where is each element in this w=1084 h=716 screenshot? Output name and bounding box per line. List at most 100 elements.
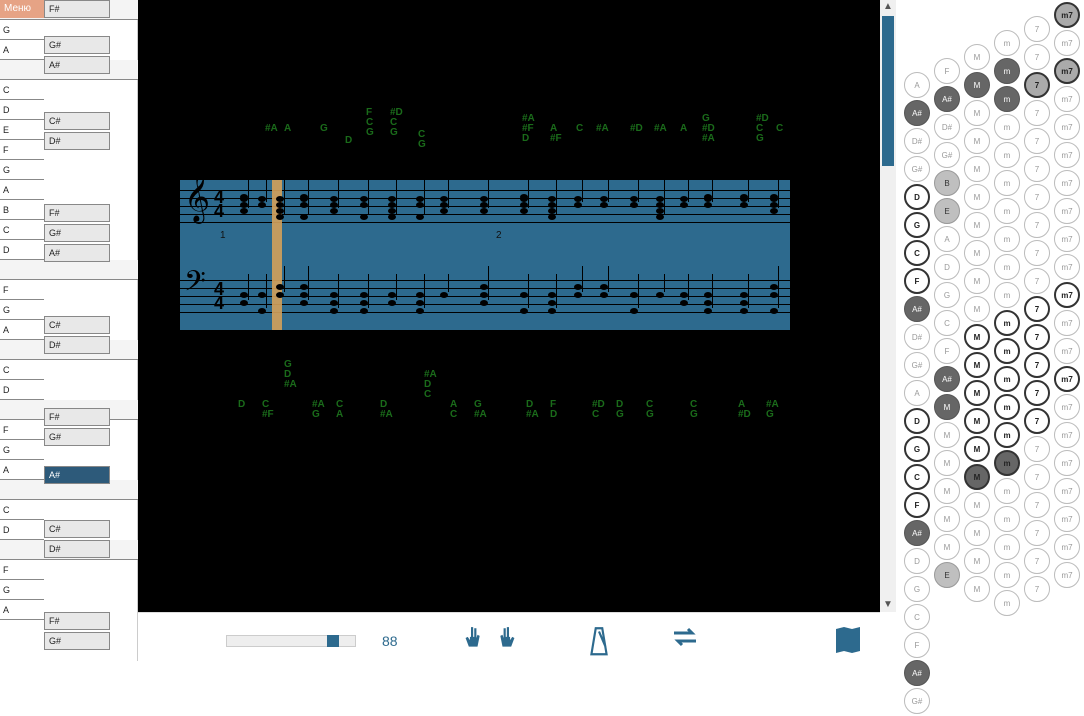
accordion-button[interactable]: m7 [1054, 422, 1080, 448]
accordion-button[interactable]: D [904, 548, 930, 574]
accordion-button[interactable]: A# [934, 366, 960, 392]
accordion-button[interactable]: C [904, 464, 930, 490]
black-key[interactable]: G# [44, 428, 110, 446]
accordion-button[interactable]: G# [934, 142, 960, 168]
accordion-button[interactable]: m7 [1054, 226, 1080, 252]
accordion-button[interactable]: B [934, 170, 960, 196]
accordion-button[interactable]: M [934, 534, 960, 560]
accordion-button[interactable]: M [964, 296, 990, 322]
black-key[interactable]: C# [44, 520, 110, 538]
accordion-button[interactable]: m [994, 30, 1020, 56]
black-key[interactable]: G# [44, 632, 110, 650]
accordion-button[interactable]: A [934, 226, 960, 252]
accordion-button[interactable]: 7 [1024, 548, 1050, 574]
map-icon[interactable] [834, 625, 862, 655]
accordion-button[interactable]: G# [904, 156, 930, 182]
accordion-button[interactable]: m7 [1054, 198, 1080, 224]
accordion-button[interactable]: 7 [1024, 212, 1050, 238]
accordion-button[interactable]: G [904, 576, 930, 602]
tempo-slider[interactable] [226, 635, 356, 647]
accordion-button[interactable]: M [964, 520, 990, 546]
accordion-button[interactable]: M [964, 72, 990, 98]
accordion-button[interactable]: m7 [1054, 338, 1080, 364]
accordion-button[interactable]: F [934, 338, 960, 364]
white-key[interactable]: D [0, 240, 44, 260]
accordion-button[interactable]: M [964, 576, 990, 602]
accordion-button[interactable]: m [994, 478, 1020, 504]
accordion-button[interactable]: m [994, 310, 1020, 336]
accordion-button[interactable]: m7 [1054, 478, 1080, 504]
loop-icon[interactable] [668, 625, 702, 655]
white-key[interactable]: A [0, 600, 44, 620]
accordion-button[interactable]: 7 [1024, 324, 1050, 350]
accordion-button[interactable]: m7 [1054, 58, 1080, 84]
white-key[interactable]: F [0, 420, 44, 440]
white-key[interactable]: G [0, 160, 44, 180]
black-key[interactable]: F# [44, 204, 110, 222]
accordion-button[interactable]: m [994, 338, 1020, 364]
scroll-up-icon[interactable]: ▲ [880, 0, 896, 14]
accordion-button[interactable]: m [994, 590, 1020, 616]
accordion-button[interactable]: G# [904, 352, 930, 378]
accordion-button[interactable]: D [904, 408, 930, 434]
black-key[interactable]: F# [44, 408, 110, 426]
accordion-button[interactable]: E [934, 562, 960, 588]
accordion-button[interactable]: M [964, 436, 990, 462]
accordion-button[interactable]: 7 [1024, 156, 1050, 182]
scrollbar-thumb[interactable] [882, 16, 894, 166]
black-key[interactable]: F# [44, 612, 110, 630]
accordion-button[interactable]: m [994, 142, 1020, 168]
accordion-button[interactable]: G# [904, 688, 930, 714]
metronome-icon[interactable] [586, 625, 612, 655]
accordion-button[interactable]: A# [904, 296, 930, 322]
white-key[interactable]: G [0, 20, 44, 40]
accordion-button[interactable]: M [964, 380, 990, 406]
accordion-button[interactable]: m [994, 198, 1020, 224]
accordion-button[interactable]: M [934, 478, 960, 504]
accordion-button[interactable]: M [934, 450, 960, 476]
black-key[interactable]: D# [44, 132, 110, 150]
accordion-button[interactable]: m7 [1054, 310, 1080, 336]
white-key[interactable]: G [0, 580, 44, 600]
accordion-button[interactable]: m [994, 450, 1020, 476]
accordion-button[interactable]: M [964, 352, 990, 378]
accordion-button[interactable]: C [904, 240, 930, 266]
accordion-button[interactable]: G [934, 282, 960, 308]
accordion-button[interactable]: m7 [1054, 394, 1080, 420]
accordion-button[interactable]: m7 [1054, 30, 1080, 56]
white-key[interactable]: B [0, 200, 44, 220]
right-hand-icon[interactable] [496, 625, 522, 655]
accordion-button[interactable]: m7 [1054, 86, 1080, 112]
accordion-button[interactable]: 7 [1024, 436, 1050, 462]
accordion-button[interactable]: D# [904, 324, 930, 350]
white-key[interactable]: A [0, 460, 44, 480]
tempo-slider-thumb[interactable] [327, 635, 339, 647]
vertical-scrollbar[interactable]: ▲ ▼ [880, 0, 896, 612]
black-key[interactable]: C# [44, 316, 110, 334]
black-key[interactable]: D# [44, 540, 110, 558]
accordion-button[interactable]: A [904, 72, 930, 98]
accordion-button[interactable]: M [934, 394, 960, 420]
accordion-button[interactable]: 7 [1024, 464, 1050, 490]
accordion-button[interactable]: m7 [1054, 450, 1080, 476]
accordion-button[interactable]: M [964, 492, 990, 518]
accordion-button[interactable]: 7 [1024, 352, 1050, 378]
accordion-button[interactable]: E [934, 198, 960, 224]
accordion-button[interactable]: M [964, 324, 990, 350]
scroll-down-icon[interactable]: ▼ [880, 598, 896, 612]
accordion-button[interactable]: 7 [1024, 408, 1050, 434]
accordion-button[interactable]: D# [934, 114, 960, 140]
white-key[interactable]: F [0, 560, 44, 580]
accordion-button[interactable]: 7 [1024, 128, 1050, 154]
white-key[interactable]: C [0, 80, 44, 100]
accordion-button[interactable]: m [994, 562, 1020, 588]
accordion-button[interactable]: m7 [1054, 282, 1080, 308]
white-key[interactable]: C [0, 500, 44, 520]
accordion-button[interactable]: m [994, 534, 1020, 560]
accordion-button[interactable]: m7 [1054, 562, 1080, 588]
accordion-button[interactable]: G [904, 212, 930, 238]
accordion-button[interactable]: m [994, 58, 1020, 84]
accordion-button[interactable]: M [964, 184, 990, 210]
accordion-button[interactable]: 7 [1024, 184, 1050, 210]
white-key[interactable]: D [0, 100, 44, 120]
